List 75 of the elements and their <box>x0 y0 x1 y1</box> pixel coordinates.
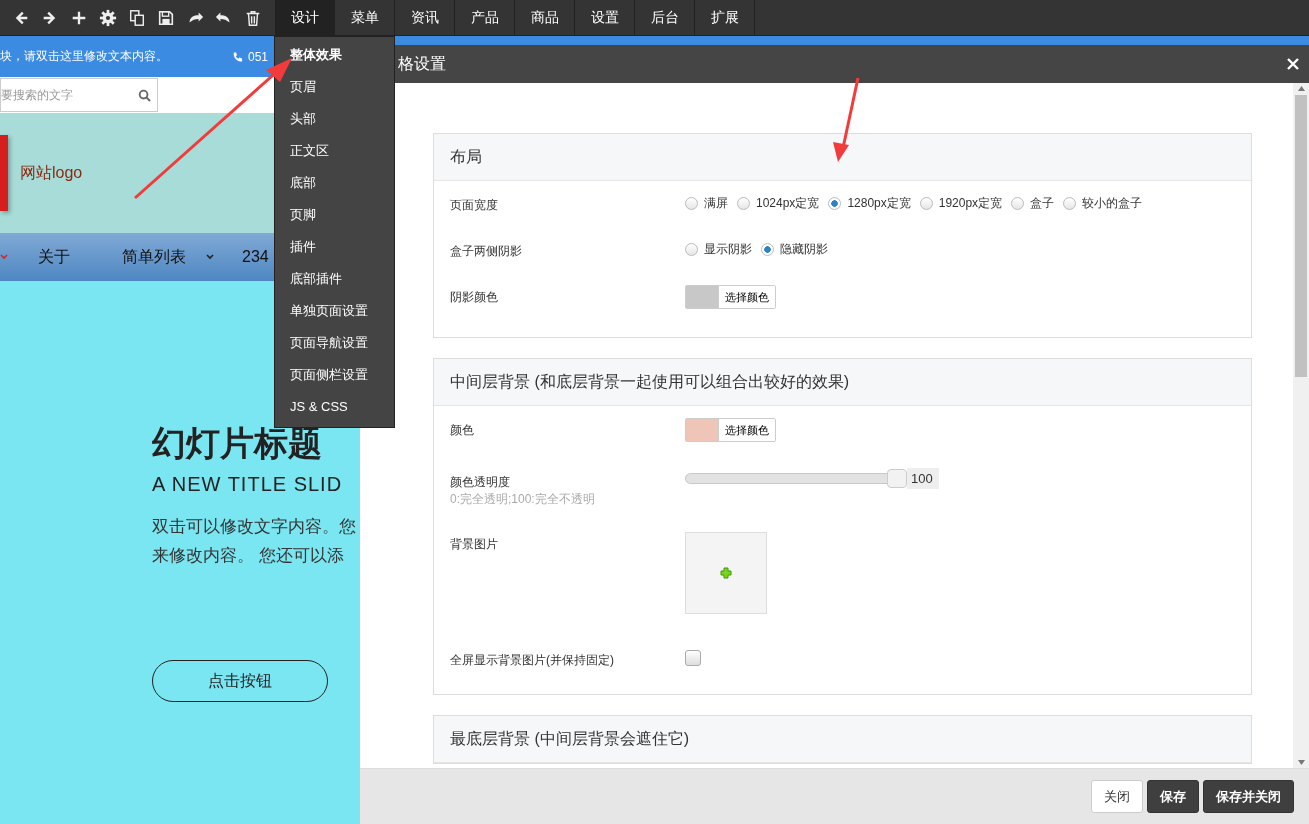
search-icon[interactable] <box>138 88 151 102</box>
menu-tab[interactable]: 扩展 <box>695 0 755 35</box>
color-swatch[interactable] <box>686 419 718 441</box>
nav-link[interactable]: 关于 <box>38 246 70 268</box>
radio-button[interactable] <box>761 242 774 256</box>
menu-item[interactable]: 页面侧栏设置 <box>275 359 394 391</box>
menu-tab[interactable]: 设置 <box>575 0 635 35</box>
field-label: 盒子两侧阴影 <box>450 243 523 260</box>
scroll-down-icon[interactable] <box>1297 760 1305 765</box>
radio-label[interactable]: 隐藏阴影 <box>780 239 828 259</box>
radio-label[interactable]: 1920px定宽 <box>938 193 1003 213</box>
menu-item[interactable]: JS & CSS <box>275 391 394 423</box>
nav-link[interactable]: 234 <box>242 248 269 266</box>
dialog-button[interactable]: 保存 <box>1147 780 1199 813</box>
dialog-button[interactable]: 关闭 <box>1091 780 1143 813</box>
phone-number: 051 <box>247 49 268 64</box>
dialog-button[interactable]: 保存并关闭 <box>1203 780 1294 813</box>
menu-item[interactable]: 底部插件 <box>275 263 394 295</box>
menu-tab[interactable]: 后台 <box>635 0 695 35</box>
menu-item[interactable]: 插件 <box>275 231 394 263</box>
caret-icon[interactable] <box>206 254 214 260</box>
radio-label[interactable]: 1280px定宽 <box>847 193 911 213</box>
radio-label[interactable]: 满屏 <box>704 193 728 213</box>
menu-tab[interactable]: 设计 <box>275 0 335 35</box>
close-icon[interactable] <box>1285 56 1301 72</box>
field-label: 颜色 <box>450 422 475 439</box>
notice-text: 块，请双击这里修改文本内容。 <box>0 48 168 65</box>
field-label: 全屏显示背景图片(并保持固定) <box>450 652 615 669</box>
radio-button[interactable] <box>919 196 933 210</box>
choose-color-button[interactable]: 选择颜色 <box>718 419 775 441</box>
section-title: 最底层背景 (中间层背景会遮住它) <box>450 728 690 749</box>
color-swatch[interactable] <box>686 286 718 308</box>
slide-text: 双击可以修改文字内容。您 <box>152 516 357 538</box>
slider-thumb[interactable] <box>887 469 907 488</box>
menu-tab[interactable]: 资讯 <box>395 0 455 35</box>
menu-item[interactable]: 整体效果 <box>275 39 394 71</box>
menu-item[interactable]: 正文区 <box>275 135 394 167</box>
radio-button[interactable] <box>685 196 698 210</box>
menu-item[interactable]: 页面导航设置 <box>275 327 394 359</box>
slide-title: 幻灯片标题 <box>152 423 323 464</box>
radio-button[interactable] <box>685 242 698 256</box>
scrollbar[interactable] <box>1293 83 1309 768</box>
field-label: 页面宽度 <box>450 197 499 214</box>
radio-label[interactable]: 1024px定宽 <box>756 193 820 213</box>
slide-text: 来修改内容。 您还可以添 <box>152 545 345 567</box>
slider-value: 100 <box>907 468 939 489</box>
scroll-up-icon[interactable] <box>1297 86 1305 91</box>
radio-button[interactable] <box>1063 196 1077 210</box>
phone-icon <box>231 50 243 63</box>
checkbox[interactable] <box>685 650 701 666</box>
section-title: 布局 <box>450 146 482 167</box>
radio-button[interactable] <box>1011 196 1025 210</box>
menu-tab[interactable]: 菜单 <box>335 0 395 35</box>
field-label: 颜色透明度 <box>450 474 511 491</box>
menu-item[interactable]: 底部 <box>275 167 394 199</box>
menu-tab[interactable]: 商品 <box>515 0 575 35</box>
menu-item[interactable]: 单独页面设置 <box>275 295 394 327</box>
menu-item[interactable]: 头部 <box>275 103 394 135</box>
radio-label[interactable]: 较小的盒子 <box>1082 193 1143 213</box>
menu-tab[interactable]: 产品 <box>455 0 515 35</box>
dialog-title: 格设置 <box>398 53 446 74</box>
field-label: 阴影颜色 <box>450 289 499 306</box>
choose-color-button[interactable]: 选择颜色 <box>718 286 775 308</box>
slide-subtitle: A NEW TITLE SLID <box>152 473 344 496</box>
radio-button[interactable] <box>828 196 842 210</box>
field-hint: 0:完全透明;100:完全不透明 <box>450 491 596 508</box>
radio-button[interactable] <box>737 196 750 210</box>
radio-label[interactable]: 盒子 <box>1030 193 1055 213</box>
section-title: 中间层背景 (和底层背景一起使用可以组合出较好的效果) <box>450 371 850 392</box>
menu-item[interactable]: 页眉 <box>275 71 394 103</box>
nav-link[interactable]: 简单列表 <box>122 246 186 268</box>
radio-label[interactable]: 显示阴影 <box>704 239 752 259</box>
menu-item[interactable]: 页脚 <box>275 199 394 231</box>
field-label: 背景图片 <box>450 536 499 553</box>
site-logo-text: 网站logo <box>20 162 83 183</box>
